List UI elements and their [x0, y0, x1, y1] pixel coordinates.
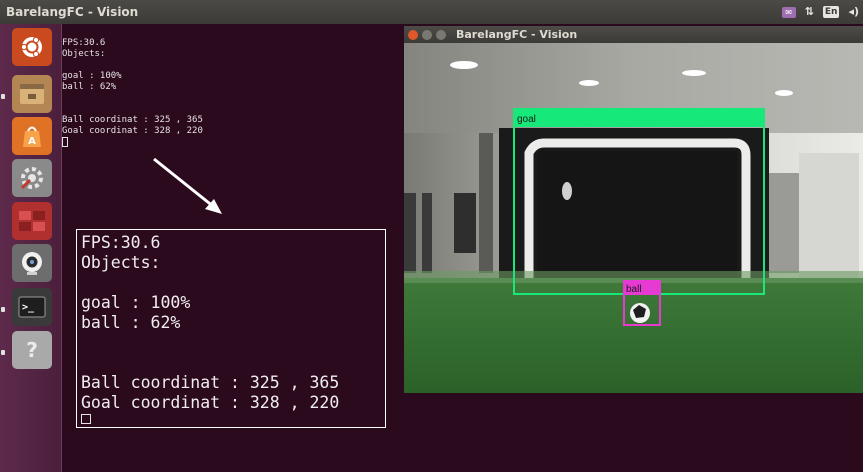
callout-line: Ball coordinat : 325 , 365 [81, 373, 340, 392]
window-frame [422, 193, 432, 273]
ceiling-light [775, 90, 793, 96]
files-icon[interactable] [12, 75, 52, 113]
callout-line: ball : 62% [81, 313, 181, 332]
terminal-icon[interactable]: >_ [12, 288, 52, 326]
callout-line: FPS:30.6 [81, 233, 161, 252]
vision-window-titlebar[interactable]: BarelangFC - Vision [404, 26, 863, 43]
mail-icon[interactable]: ✉ [781, 6, 796, 18]
running-indicator [1, 94, 5, 99]
running-indicator [1, 307, 5, 312]
terminal-line: FPS:30.6 [62, 38, 106, 48]
zoomed-terminal-callout: FPS:30.6 Objects: goal : 100% ball : 62%… [76, 229, 386, 428]
terminal-output: FPS:30.6 Objects: goal : 100% ball : 62%… [62, 38, 203, 147]
running-indicator [1, 350, 5, 355]
goal-detection-label-bg [514, 109, 764, 127]
ceiling-light [450, 61, 478, 69]
software-center-icon[interactable]: A [12, 117, 52, 155]
svg-text:>_: >_ [22, 302, 35, 313]
callout-line: goal : 100% [81, 293, 191, 312]
network-icon[interactable]: ⇅ [805, 6, 814, 18]
camera-feed: goal ball [404, 43, 863, 393]
workspace-switcher-icon[interactable] [12, 202, 52, 240]
volume-icon[interactable]: ◂) [848, 6, 859, 18]
callout-line [81, 333, 385, 353]
window-frame [404, 193, 416, 273]
pillar [479, 133, 493, 273]
minimize-icon[interactable] [422, 29, 432, 40]
webcam-icon[interactable] [12, 244, 52, 282]
svg-text:A: A [28, 136, 36, 147]
vision-window: BarelangFC - Vision goal ball [404, 26, 863, 393]
indicator-area: ✉ ⇅ En ◂) [781, 6, 863, 18]
vision-window-title: BarelangFC - Vision [456, 28, 578, 41]
callout-line [81, 273, 385, 293]
light-reflection [562, 182, 572, 200]
camera-scene: goal ball [404, 43, 863, 393]
ball-detection-label: ball [626, 284, 642, 295]
terminal-line: goal : 100% [62, 71, 122, 81]
ceiling-light [579, 80, 599, 86]
callout-line [81, 353, 385, 373]
active-window-title: BarelangFC - Vision [6, 5, 139, 19]
field [404, 278, 863, 393]
terminal-line: Goal coordinat : 328 , 220 [62, 126, 203, 136]
window-frame [454, 193, 476, 253]
equipment [764, 173, 799, 273]
terminal-line: ball : 62% [62, 82, 117, 92]
system-settings-icon[interactable] [12, 159, 52, 197]
callout-cursor [81, 414, 91, 424]
top-panel: BarelangFC - Vision ✉ ⇅ En ◂) [0, 0, 863, 24]
callout-line: Goal coordinat : 328 , 220 [81, 393, 340, 412]
unknown-app-icon[interactable]: ? [12, 331, 52, 369]
ceiling-light [682, 70, 706, 76]
terminal-cursor [62, 137, 68, 147]
keyboard-layout-icon[interactable]: En [822, 6, 840, 18]
close-icon[interactable] [408, 29, 418, 40]
callout-arrow [153, 157, 222, 214]
goal-net [537, 151, 737, 281]
maximize-icon[interactable] [436, 29, 446, 40]
terminal-line: Ball coordinat : 325 , 365 [62, 115, 203, 125]
goal-detection-label: goal [517, 114, 536, 125]
terminal-line: Objects: [62, 49, 106, 59]
callout-line: Objects: [81, 253, 161, 272]
ubuntu-dash-icon[interactable] [12, 28, 52, 66]
unity-launcher: A >_ ? [0, 24, 62, 472]
wall-panel [799, 153, 859, 283]
